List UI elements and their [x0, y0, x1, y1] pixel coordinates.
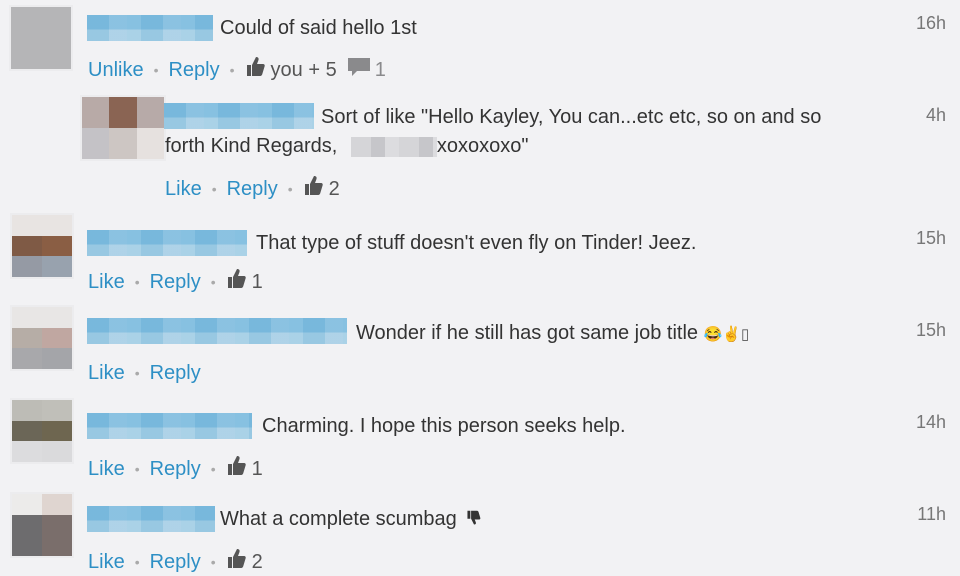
- reply-link[interactable]: Reply: [150, 360, 201, 386]
- comment-text: Charming. I hope this person seeks help.: [262, 415, 626, 437]
- avatar[interactable]: [12, 307, 72, 369]
- like-link[interactable]: Like: [88, 456, 125, 482]
- avatar[interactable]: [12, 400, 72, 462]
- like-link[interactable]: Like: [165, 176, 202, 202]
- reply-link[interactable]: Reply: [227, 176, 278, 202]
- comment: Wonder if he still has got same job titl…: [0, 300, 960, 392]
- comment-text-part: Wonder if he still has got same job titl…: [356, 322, 699, 344]
- like-count[interactable]: 2: [252, 549, 263, 575]
- separator-dot: •: [153, 61, 159, 78]
- separator-dot: •: [134, 460, 140, 477]
- timestamp[interactable]: 16h: [916, 13, 946, 34]
- reply-count[interactable]: 1: [375, 57, 386, 83]
- comment-text-part: xoxoxoxo": [436, 135, 529, 157]
- reply-link[interactable]: Reply: [150, 549, 201, 575]
- commenter-name[interactable]: [87, 506, 215, 532]
- comment-text-part: What a complete scumbag: [220, 508, 457, 530]
- thumbs-up-icon: [245, 55, 267, 84]
- thumbs-up-icon: [226, 547, 248, 576]
- thumbs-up-icon: [226, 454, 248, 483]
- like-count[interactable]: you + 5: [271, 57, 337, 83]
- comment-text-line2: forth Kind Regards, xoxoxoxo": [165, 133, 528, 159]
- speech-bubble-icon: [347, 55, 371, 84]
- comment-text: Wonder if he still has got same job titl…: [356, 320, 749, 348]
- commenter-name[interactable]: [164, 103, 314, 129]
- reply-link[interactable]: Reply: [150, 456, 201, 482]
- comment-text-part: forth Kind Regards,: [165, 135, 338, 157]
- redacted-name: [350, 136, 437, 157]
- timestamp[interactable]: 4h: [926, 105, 946, 126]
- separator-dot: •: [134, 273, 140, 290]
- commenter-name[interactable]: [87, 15, 213, 41]
- timestamp[interactable]: 11h: [917, 504, 946, 525]
- separator-dot: •: [210, 460, 216, 477]
- separator-dot: •: [229, 61, 235, 78]
- timestamp[interactable]: 14h: [916, 412, 946, 433]
- comment-text: Could of said hello 1st: [220, 17, 417, 39]
- separator-dot: •: [287, 180, 293, 197]
- comment: Charming. I hope this person seeks help.…: [0, 392, 960, 484]
- comment-actions: Like • Reply: [88, 360, 201, 386]
- separator-dot: •: [211, 180, 217, 197]
- avatar[interactable]: [12, 215, 72, 277]
- separator-dot: •: [210, 273, 216, 290]
- reply-link[interactable]: Reply: [150, 269, 201, 295]
- comment: What a complete scumbag 11h Like • Reply…: [0, 484, 960, 576]
- comment-actions: Like • Reply • 2: [88, 547, 263, 576]
- thumbs-up-icon: [303, 174, 325, 203]
- comment: That type of stuff doesn't even fly on T…: [0, 208, 960, 300]
- comment-text: What a complete scumbag: [220, 506, 482, 533]
- timestamp[interactable]: 15h: [916, 228, 946, 249]
- commenter-name[interactable]: [87, 230, 247, 256]
- comment-text: That type of stuff doesn't even fly on T…: [256, 232, 697, 254]
- avatar[interactable]: [82, 97, 164, 159]
- avatar[interactable]: [11, 7, 71, 69]
- avatar[interactable]: [12, 494, 72, 556]
- separator-dot: •: [134, 553, 140, 570]
- like-link[interactable]: Like: [88, 549, 125, 575]
- reply-comment: Sort of like "Hello Kayley, You can...et…: [0, 88, 960, 208]
- timestamp[interactable]: 15h: [916, 320, 946, 341]
- comment-actions: Like • Reply • 1: [88, 267, 263, 296]
- comment-actions: Like • Reply • 1: [88, 454, 263, 483]
- separator-dot: •: [134, 365, 140, 381]
- like-link[interactable]: Like: [88, 360, 125, 386]
- comment: Could of said hello 1st 16h Unlike • Rep…: [0, 0, 960, 88]
- unlike-link[interactable]: Unlike: [88, 57, 144, 83]
- reply-link[interactable]: Reply: [168, 57, 219, 83]
- thumbs-up-icon: [226, 267, 248, 296]
- like-count[interactable]: 2: [329, 176, 340, 202]
- thumbs-down-icon: [466, 507, 482, 533]
- like-link[interactable]: Like: [88, 269, 125, 295]
- like-count[interactable]: 1: [252, 269, 263, 295]
- comment-actions: Unlike • Reply • you + 5 1: [88, 55, 386, 84]
- separator-dot: •: [210, 553, 216, 570]
- comment-actions: Like • Reply • 2: [165, 174, 340, 203]
- like-count[interactable]: 1: [252, 456, 263, 482]
- comment-text: Sort of like "Hello Kayley, You can...et…: [321, 106, 822, 128]
- commenter-name[interactable]: [87, 318, 347, 344]
- commenter-name[interactable]: [87, 413, 252, 439]
- emoji: 😂✌▯: [703, 326, 750, 343]
